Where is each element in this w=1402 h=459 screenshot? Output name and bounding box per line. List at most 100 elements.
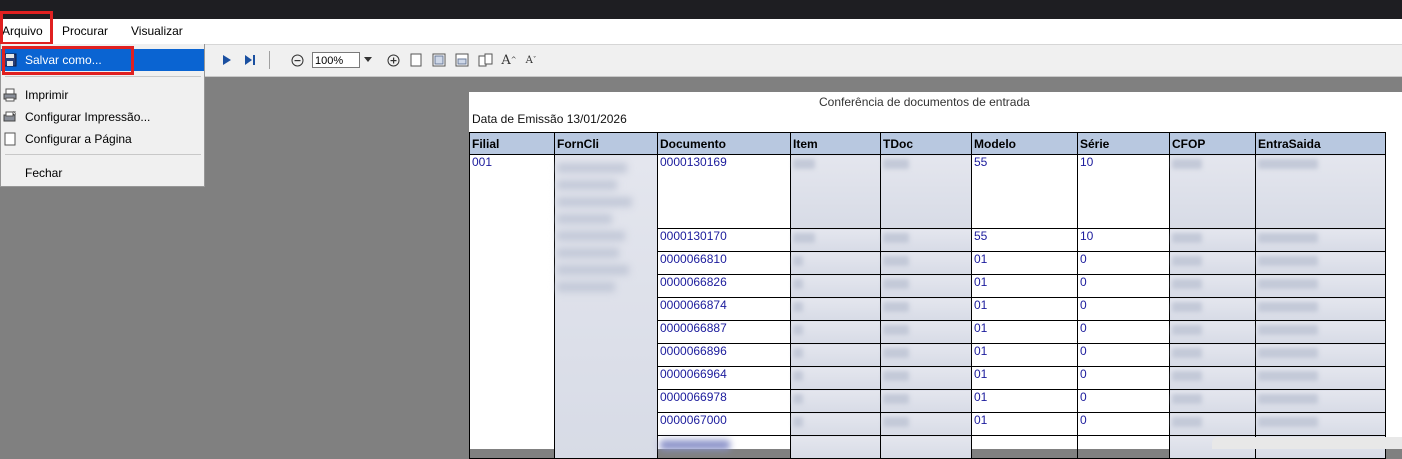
cell-serie: 0 xyxy=(1077,343,1170,367)
cell-tdoc-redacted xyxy=(880,228,972,252)
cell-modelo-cutoff xyxy=(971,435,1078,459)
cell-documento: 0000067000 xyxy=(657,412,791,436)
column-header-forncli: FornCli xyxy=(554,132,658,155)
cell-item-redacted xyxy=(790,251,881,275)
cell-documento: 0000066964 xyxy=(657,366,791,390)
column-header-item: Item xyxy=(790,132,881,155)
menu-procurar[interactable]: Procurar xyxy=(62,24,108,38)
emission-date: Data de Emissão 13/01/2026 xyxy=(472,112,627,126)
cell-modelo: 55 xyxy=(971,228,1078,252)
cell-cfop-redacted xyxy=(1169,343,1256,367)
cell-documento: 0000066887 xyxy=(657,320,791,344)
cell-cfop-redacted xyxy=(1169,251,1256,275)
cell-item-redacted xyxy=(790,389,881,413)
cell-serie-cutoff xyxy=(1077,435,1170,459)
cell-item-redacted xyxy=(790,412,881,436)
annotation-highlight-salvar-como xyxy=(2,46,134,75)
menu-item-label: Fechar xyxy=(25,166,63,180)
cell-serie: 10 xyxy=(1077,228,1170,252)
next-page-icon[interactable] xyxy=(219,50,235,70)
cell-modelo: 01 xyxy=(971,297,1078,321)
cell-modelo: 01 xyxy=(971,343,1078,367)
table-header-row: Filial FornCli Documento Item TDoc Model… xyxy=(469,132,1386,155)
cell-tdoc-redacted xyxy=(880,154,972,229)
cell-serie: 0 xyxy=(1077,412,1170,436)
menu-bar: Arquivo Procurar Visualizar xyxy=(0,19,1402,45)
menu-item-label: Configurar Impressão... xyxy=(25,110,151,124)
whole-page-icon[interactable] xyxy=(454,50,470,70)
column-header-entrasaida: EntraSaida xyxy=(1255,132,1386,155)
report-page: Conferência de documentos de entrada Dat… xyxy=(469,92,1402,459)
page-width-icon[interactable] xyxy=(431,50,447,70)
menu-item-imprimir[interactable]: Imprimir xyxy=(1,84,204,106)
cell-documento: 0000130170 xyxy=(657,228,791,252)
column-header-modelo: Modelo xyxy=(971,132,1078,155)
cell-modelo: 01 xyxy=(971,320,1078,344)
cell-item-redacted xyxy=(790,274,881,298)
zoom-dropdown-icon[interactable] xyxy=(362,50,374,70)
zoom-input[interactable]: 100% xyxy=(312,52,360,68)
increase-font-icon[interactable]: A ^ xyxy=(501,50,517,70)
column-header-tdoc: TDoc xyxy=(880,132,972,155)
menu-item-configurar-pagina[interactable]: Configurar a Página xyxy=(1,128,204,150)
page-setup-icon xyxy=(3,132,17,146)
cell-entrasaida-redacted xyxy=(1255,412,1386,436)
cell-tdoc-redacted xyxy=(880,412,972,436)
cell-documento: 0000066826 xyxy=(657,274,791,298)
cell-entrasaida-redacted xyxy=(1255,274,1386,298)
annotation-highlight-arquivo xyxy=(0,11,53,45)
cell-serie: 0 xyxy=(1077,389,1170,413)
column-header-filial: Filial xyxy=(469,132,555,155)
zoom-in-icon[interactable] xyxy=(385,50,401,70)
cell-tdoc-redacted xyxy=(880,297,972,321)
cell-cfop-redacted xyxy=(1169,320,1256,344)
cell-tdoc-redacted xyxy=(880,251,972,275)
cell-cfop-redacted xyxy=(1169,274,1256,298)
cell-cfop-redacted xyxy=(1169,154,1256,229)
cell-tdoc-redacted xyxy=(880,274,972,298)
cell-entrasaida-redacted xyxy=(1255,389,1386,413)
cell-cfop-redacted xyxy=(1169,366,1256,390)
cell-tdoc-redacted xyxy=(880,389,972,413)
table-row: 001 0000130169 55 10 xyxy=(469,154,1386,459)
menu-item-label: Imprimir xyxy=(25,88,69,102)
cell-documento: 0000066874 xyxy=(657,297,791,321)
cell-modelo: 01 xyxy=(971,251,1078,275)
cell-serie: 0 xyxy=(1077,320,1170,344)
cell-entrasaida-redacted xyxy=(1255,320,1386,344)
cell-cfop-redacted xyxy=(1169,228,1256,252)
cell-entrasaida-redacted xyxy=(1255,343,1386,367)
cell-entrasaida-redacted xyxy=(1255,366,1386,390)
cell-modelo: 01 xyxy=(971,366,1078,390)
single-page-icon[interactable] xyxy=(408,50,424,70)
decrease-font-icon[interactable]: Aˇ xyxy=(523,50,539,70)
multi-page-icon[interactable] xyxy=(477,50,495,70)
cell-serie: 0 xyxy=(1077,251,1170,275)
scroll-corner xyxy=(1212,437,1402,449)
cell-cfop-redacted xyxy=(1169,297,1256,321)
cell-modelo: 01 xyxy=(971,274,1078,298)
cell-item-redacted xyxy=(790,366,881,390)
printer-icon xyxy=(3,88,17,102)
last-page-icon[interactable] xyxy=(242,50,258,70)
cell-item-redacted xyxy=(790,154,881,229)
cell-item-redacted xyxy=(790,435,881,459)
column-header-cfop: CFOP xyxy=(1169,132,1256,155)
cell-documento: 0000066810 xyxy=(657,251,791,275)
menu-item-configurar-impressao[interactable]: 3 Configurar Impressão... xyxy=(1,106,204,128)
cell-serie: 0 xyxy=(1077,366,1170,390)
menu-visualizar[interactable]: Visualizar xyxy=(131,24,183,38)
cell-modelo: 01 xyxy=(971,389,1078,413)
cell-tdoc-redacted xyxy=(880,366,972,390)
menu-item-label: Configurar a Página xyxy=(25,132,132,146)
menu-item-fechar[interactable]: Fechar xyxy=(1,162,204,184)
print-setup-icon: 3 xyxy=(3,110,17,124)
zoom-out-icon[interactable] xyxy=(289,50,305,70)
cell-tdoc-redacted xyxy=(880,343,972,367)
cell-item-redacted xyxy=(790,320,881,344)
cell-entrasaida-redacted xyxy=(1255,297,1386,321)
cell-documento: 0000066978 xyxy=(657,389,791,413)
cell-tdoc-redacted xyxy=(880,320,972,344)
cell-documento: 0000066896 xyxy=(657,343,791,367)
cell-documento: 0000130169 xyxy=(657,154,791,229)
